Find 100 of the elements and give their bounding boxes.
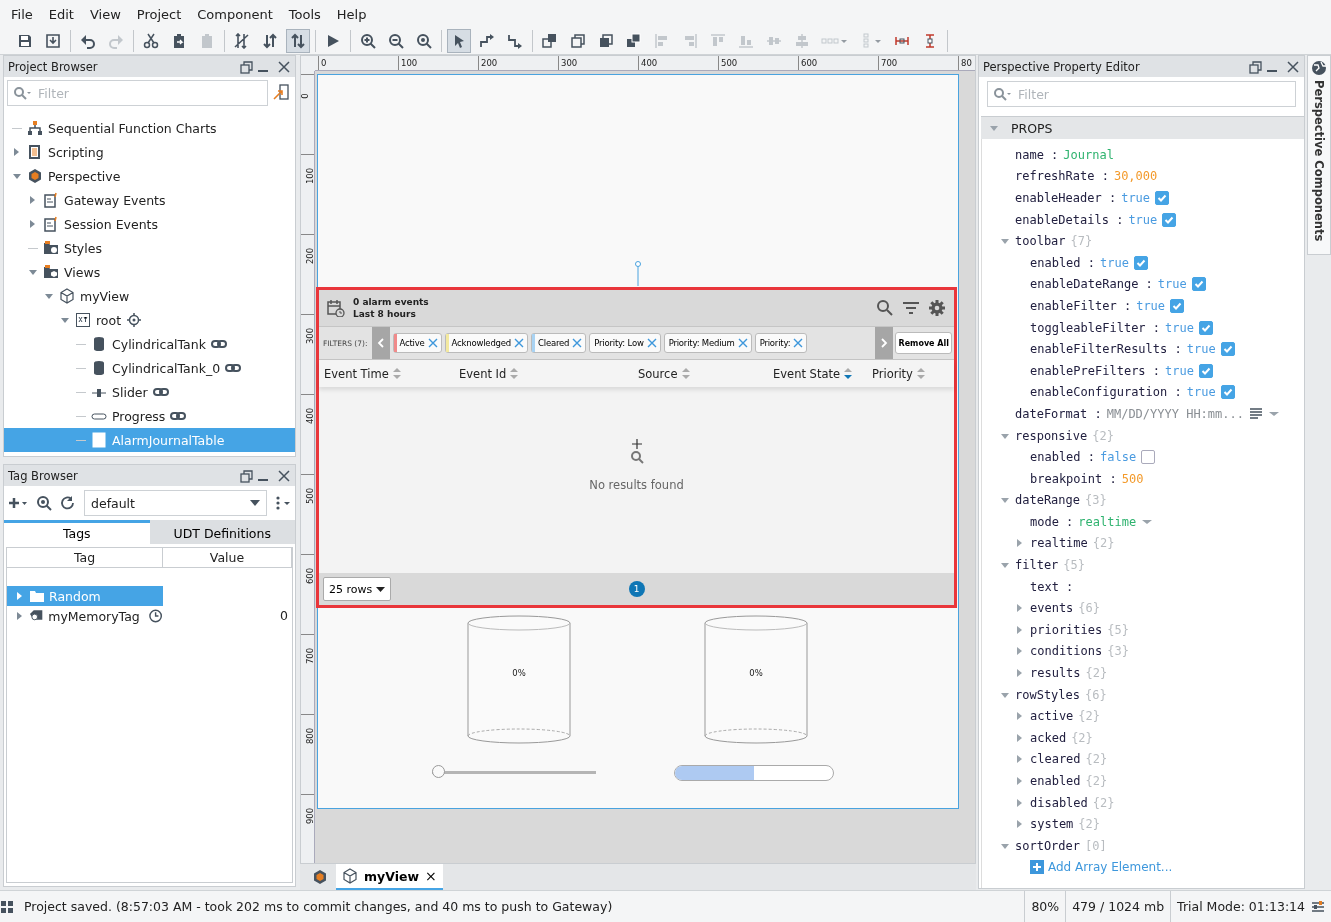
close-icon[interactable] — [572, 338, 583, 348]
tank-drawing[interactable] — [466, 615, 572, 745]
settings-icon[interactable] — [928, 299, 946, 317]
sort-icon[interactable] — [915, 368, 926, 379]
checkbox[interactable] — [1198, 363, 1213, 378]
column-header[interactable]: Event State — [773, 366, 872, 381]
scroll-right-button[interactable] — [875, 327, 894, 359]
menu-item[interactable]: File — [3, 6, 41, 22]
checkbox[interactable] — [1141, 450, 1156, 465]
provider-select[interactable]: default — [84, 490, 267, 516]
undo-icon — [80, 33, 96, 49]
settings-sliders-icon[interactable] — [1311, 899, 1325, 914]
sort-icon[interactable] — [391, 368, 402, 379]
column-header[interactable]: Source — [638, 366, 773, 381]
menu-item[interactable]: View — [81, 6, 129, 22]
filter-field[interactable]: Filter — [987, 81, 1296, 107]
rotation-handle[interactable] — [633, 260, 643, 286]
close-icon[interactable] — [737, 338, 748, 348]
tree-item[interactable]: root — [4, 308, 295, 332]
checkbox[interactable] — [1220, 342, 1235, 357]
toggle-arrow-icon[interactable] — [12, 171, 22, 181]
column-header[interactable]: Tag — [7, 548, 163, 568]
toggle-arrow-icon[interactable] — [44, 291, 54, 301]
toolbar-button[interactable] — [447, 29, 471, 53]
restore-button[interactable] — [239, 59, 253, 74]
search-icon[interactable] — [876, 299, 894, 317]
layers-icon — [626, 33, 642, 49]
kebab-menu-icon[interactable] — [275, 496, 291, 510]
menu-item[interactable]: Tools — [280, 6, 329, 22]
lines-icon[interactable] — [1249, 406, 1263, 421]
tab[interactable]: Tags — [4, 520, 150, 544]
checkbox[interactable] — [1133, 255, 1148, 270]
filter-chip[interactable]: Priority: Medium — [663, 333, 752, 353]
tree-item[interactable]: Progress — [4, 404, 295, 428]
toggle-arrow-icon[interactable] — [989, 123, 999, 133]
tree-item[interactable]: Gateway Events — [4, 188, 295, 212]
column-header[interactable]: Event Time — [324, 366, 459, 381]
toolbar-button[interactable] — [286, 29, 310, 53]
filter-chip[interactable]: Active — [392, 333, 442, 353]
page-size-select[interactable]: 25 rows — [323, 577, 391, 601]
tree-item[interactable]: Slider — [4, 380, 295, 404]
tree-item[interactable]: Styles — [4, 236, 295, 260]
close-button[interactable] — [277, 59, 291, 74]
slider-thumb[interactable] — [432, 765, 445, 778]
filter-chip[interactable]: Priority: — [754, 333, 808, 353]
column-header[interactable]: Value — [163, 548, 292, 568]
close-icon[interactable] — [427, 338, 438, 348]
toggle-arrow-icon[interactable] — [60, 315, 70, 325]
refresh-icon[interactable] — [60, 496, 76, 510]
checkbox[interactable] — [1191, 277, 1206, 292]
menu-item[interactable]: Project — [128, 6, 190, 22]
slider[interactable] — [432, 765, 596, 779]
checkbox[interactable] — [1198, 320, 1213, 335]
column-header[interactable]: Event Id — [459, 366, 638, 381]
tree-item[interactable]: Perspective — [4, 164, 295, 188]
menu-item[interactable]: Help — [328, 6, 375, 22]
tag-item[interactable]: myMemoryTag — [7, 606, 163, 626]
restore-button[interactable] — [1248, 59, 1262, 74]
tree-item[interactable]: Scripting — [4, 140, 295, 164]
filter-chip[interactable]: Cleared — [531, 333, 587, 353]
tree-item[interactable]: myView — [4, 284, 295, 308]
sort-icon[interactable] — [680, 368, 691, 379]
page-button[interactable]: 1 — [628, 581, 645, 597]
close-tab-button[interactable]: × — [424, 868, 437, 884]
filter-chip[interactable]: Acknowledged — [444, 333, 528, 353]
close-button[interactable] — [277, 468, 291, 483]
toggle-arrow-icon[interactable] — [28, 267, 38, 277]
tab[interactable]: UDT Definitions — [149, 520, 295, 544]
tree-item[interactable]: CylindricalTank — [4, 332, 295, 356]
column-header[interactable]: Priority — [872, 366, 952, 381]
tree-item[interactable]: CylindricalTank_0 — [4, 356, 295, 380]
tree-item[interactable]: Views — [4, 260, 295, 284]
side-panel-tab[interactable]: Perspective Components — [1307, 55, 1331, 255]
close-icon[interactable] — [646, 338, 657, 348]
calendar-clock-icon[interactable] — [327, 299, 345, 317]
close-icon[interactable] — [514, 338, 524, 348]
tank-drawing[interactable] — [703, 615, 809, 745]
restore-button[interactable] — [239, 468, 253, 483]
checkbox[interactable] — [1155, 191, 1170, 205]
sort-icon[interactable] — [509, 368, 520, 379]
menu-item[interactable]: Edit — [40, 6, 82, 22]
menu-item[interactable]: Component — [189, 6, 281, 22]
filter-chip[interactable]: Priority: Low — [589, 333, 661, 353]
section-header[interactable]: PROPS — [981, 116, 1304, 139]
tree-item[interactable]: Session Events — [4, 212, 295, 236]
remove-all-button[interactable]: Remove All — [895, 332, 952, 354]
checkbox[interactable] — [1162, 212, 1177, 227]
add-icon[interactable] — [8, 497, 28, 509]
scroll-left-button[interactable] — [371, 327, 390, 359]
sort-icon[interactable] — [843, 368, 854, 379]
checkbox[interactable] — [1220, 385, 1235, 400]
checkbox[interactable] — [1170, 298, 1185, 313]
link-editor-button[interactable] — [272, 83, 292, 103]
grid-icon[interactable] — [0, 899, 14, 914]
filter-icon[interactable] — [902, 299, 920, 317]
close-button[interactable] — [1286, 59, 1300, 74]
tree-item[interactable]: Sequential Function Charts — [4, 116, 295, 140]
filter-field[interactable]: Filter — [7, 80, 268, 106]
close-icon[interactable] — [793, 338, 804, 348]
view-tab[interactable]: myView × — [336, 864, 443, 890]
